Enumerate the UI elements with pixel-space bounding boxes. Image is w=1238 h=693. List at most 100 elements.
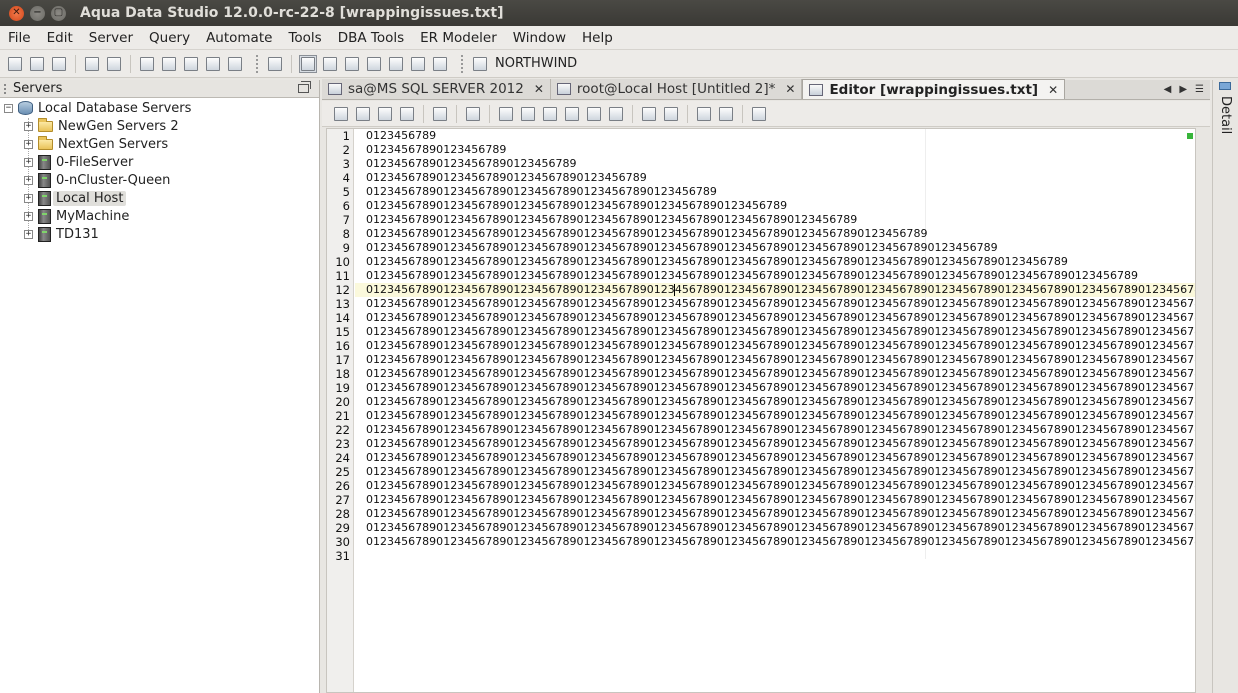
layout-split-icon[interactable] bbox=[321, 55, 339, 73]
code-line[interactable]: 0123456789012345678901234567890123456789… bbox=[366, 493, 1195, 507]
detail-side-panel[interactable]: Detail bbox=[1212, 80, 1238, 693]
code-line[interactable]: 01234567890123456789 bbox=[366, 143, 506, 157]
expand-icon[interactable]: + bbox=[24, 229, 33, 239]
schema-script-icon[interactable] bbox=[204, 55, 222, 73]
code-line[interactable]: 0123456789012345678901234567890123456789… bbox=[366, 409, 1195, 423]
uppercase-icon[interactable] bbox=[695, 105, 713, 123]
code-line[interactable]: 0123456789012345678901234567890123456789… bbox=[366, 185, 717, 199]
layout-document-icon[interactable] bbox=[343, 55, 361, 73]
layout-grid-icon[interactable] bbox=[299, 54, 317, 73]
code-line[interactable]: 0123456789012345678901234567890123456789… bbox=[366, 283, 1195, 297]
code-line[interactable]: 0123456789012345678901234567890123456789… bbox=[366, 269, 1138, 283]
menu-automate[interactable]: Automate bbox=[198, 30, 280, 46]
open-file-icon[interactable] bbox=[354, 105, 372, 123]
server-properties-icon[interactable] bbox=[105, 55, 123, 73]
menu-help[interactable]: Help bbox=[574, 30, 621, 46]
window-close-button[interactable]: ✕ bbox=[9, 5, 24, 21]
code-line[interactable]: 0123456789012345678901234567890123456789… bbox=[366, 507, 1195, 521]
new-file-icon[interactable] bbox=[332, 105, 350, 123]
text-editor[interactable]: 1 2 3 4 5 6 7 8 9 10 11 12 13 14 15 16 17 18 19 20 21 22 23 24 2… bbox=[326, 128, 1196, 693]
menu-er-modeler[interactable]: ER Modeler bbox=[412, 30, 505, 46]
refresh-server-icon[interactable] bbox=[50, 55, 68, 73]
code-line[interactable]: 0123456789012345678901234567890123456789… bbox=[366, 451, 1195, 465]
table-data-editor-icon[interactable] bbox=[182, 55, 200, 73]
shell-icon[interactable] bbox=[226, 55, 244, 73]
layout-table-icon[interactable] bbox=[365, 55, 383, 73]
tree-item-td131[interactable]: + TD131 bbox=[24, 225, 99, 243]
paste-icon[interactable] bbox=[563, 105, 581, 123]
code-line[interactable]: 012345678901234567890123456789 bbox=[366, 157, 577, 171]
expand-icon[interactable]: + bbox=[24, 193, 33, 203]
panel-grip[interactable] bbox=[4, 83, 7, 94]
code-line[interactable]: 0123456789012345678901234567890123456789… bbox=[366, 213, 857, 227]
code-line[interactable]: 0123456789012345678901234567890123456789… bbox=[366, 241, 998, 255]
menu-file[interactable]: File bbox=[0, 30, 39, 46]
code-line[interactable]: 0123456789012345678901234567890123456789… bbox=[366, 297, 1195, 311]
toolbar-grip[interactable] bbox=[461, 54, 465, 73]
register-server-icon[interactable] bbox=[83, 55, 101, 73]
redo-icon[interactable] bbox=[607, 105, 625, 123]
code-line[interactable]: 0123456789012345678901234567890123456789… bbox=[366, 255, 1068, 269]
expand-icon[interactable]: + bbox=[24, 139, 33, 149]
print-icon[interactable] bbox=[266, 55, 284, 73]
menu-edit[interactable]: Edit bbox=[39, 30, 81, 46]
restore-panel-icon[interactable] bbox=[298, 81, 311, 93]
tab-local-host-untitled[interactable]: root@Local Host [Untitled 2]* ✕ bbox=[550, 79, 803, 99]
layout-form-icon[interactable] bbox=[387, 55, 405, 73]
layout-list-icon[interactable] bbox=[409, 55, 427, 73]
tree-item-mymachine[interactable]: + MyMachine bbox=[24, 207, 129, 225]
tab-editor-wrappingissues[interactable]: Editor [wrappingissues.txt] ✕ bbox=[802, 79, 1066, 99]
code-line[interactable]: 0123456789012345678901234567890123456789… bbox=[366, 521, 1195, 535]
previous-tab-icon[interactable]: ◀ bbox=[1164, 84, 1172, 95]
menu-window[interactable]: Window bbox=[505, 30, 574, 46]
save-as-icon[interactable] bbox=[398, 105, 416, 123]
undo-icon[interactable] bbox=[585, 105, 603, 123]
code-line[interactable]: 0123456789012345678901234567890123456789… bbox=[366, 325, 1195, 339]
menu-tools[interactable]: Tools bbox=[280, 30, 329, 46]
page-setup-icon[interactable] bbox=[464, 105, 482, 123]
detail-panel-label[interactable]: Detail bbox=[1218, 96, 1233, 134]
find-icon[interactable] bbox=[750, 105, 768, 123]
menu-dba-tools[interactable]: DBA Tools bbox=[330, 30, 412, 46]
code-line[interactable]: 0123456789012345678901234567890123456789… bbox=[366, 423, 1195, 437]
menu-server[interactable]: Server bbox=[81, 30, 141, 46]
menu-query[interactable]: Query bbox=[141, 30, 198, 46]
layout-monitor-icon[interactable] bbox=[431, 55, 449, 73]
current-database-label[interactable]: NORTHWIND bbox=[495, 56, 577, 71]
code-line[interactable]: 0123456789012345678901234567890123456789… bbox=[366, 353, 1195, 367]
toolbar-grip[interactable] bbox=[256, 54, 260, 73]
window-minimize-button[interactable]: − bbox=[30, 5, 45, 21]
tree-item-newgen-servers-2[interactable]: + NewGen Servers 2 bbox=[24, 117, 179, 135]
print-icon[interactable] bbox=[431, 105, 449, 123]
code-line[interactable]: 0123456789012345678901234567890123456789… bbox=[366, 535, 1195, 549]
code-line[interactable]: 0123456789012345678901234567890123456789 bbox=[366, 171, 647, 185]
code-line[interactable]: 0123456789012345678901234567890123456789… bbox=[366, 367, 1195, 381]
window-maximize-button[interactable]: ▢ bbox=[51, 5, 66, 21]
code-line[interactable]: 0123456789012345678901234567890123456789… bbox=[366, 199, 787, 213]
code-line[interactable]: 0123456789 bbox=[366, 129, 436, 143]
code-line[interactable]: 0123456789012345678901234567890123456789… bbox=[366, 311, 1195, 325]
code-line[interactable]: 0123456789012345678901234567890123456789… bbox=[366, 339, 1195, 353]
new-connection-icon[interactable] bbox=[6, 55, 24, 73]
lowercase-icon[interactable] bbox=[717, 105, 735, 123]
close-icon[interactable]: ✕ bbox=[534, 82, 544, 96]
disconnect-icon[interactable] bbox=[28, 55, 46, 73]
next-tab-icon[interactable]: ▶ bbox=[1179, 84, 1187, 95]
collapse-icon[interactable]: − bbox=[4, 103, 13, 113]
close-icon[interactable]: ✕ bbox=[785, 82, 795, 96]
tree-root-row[interactable]: − Local Database Servers bbox=[4, 99, 191, 117]
tab-ms-sql-server[interactable]: sa@MS SQL SERVER 2012 ✕ bbox=[322, 79, 551, 99]
code-line[interactable]: 0123456789012345678901234567890123456789… bbox=[366, 479, 1195, 493]
tab-list-icon[interactable]: ☰ bbox=[1195, 84, 1204, 95]
code-line[interactable]: 0123456789012345678901234567890123456789… bbox=[366, 227, 927, 241]
save-icon[interactable] bbox=[376, 105, 394, 123]
expand-icon[interactable]: + bbox=[24, 175, 33, 185]
select-all-icon[interactable] bbox=[497, 105, 515, 123]
copy-icon[interactable] bbox=[541, 105, 559, 123]
expand-icon[interactable]: + bbox=[24, 157, 33, 167]
tree-item-0-ncluster-queen[interactable]: + 0-nCluster-Queen bbox=[24, 171, 170, 189]
code-line[interactable]: 0123456789012345678901234567890123456789… bbox=[366, 465, 1195, 479]
comment-icon[interactable] bbox=[662, 105, 680, 123]
tree-item-nextgen-servers[interactable]: + NextGen Servers bbox=[24, 135, 168, 153]
tree-item-local-host[interactable]: + Local Host bbox=[24, 189, 127, 207]
